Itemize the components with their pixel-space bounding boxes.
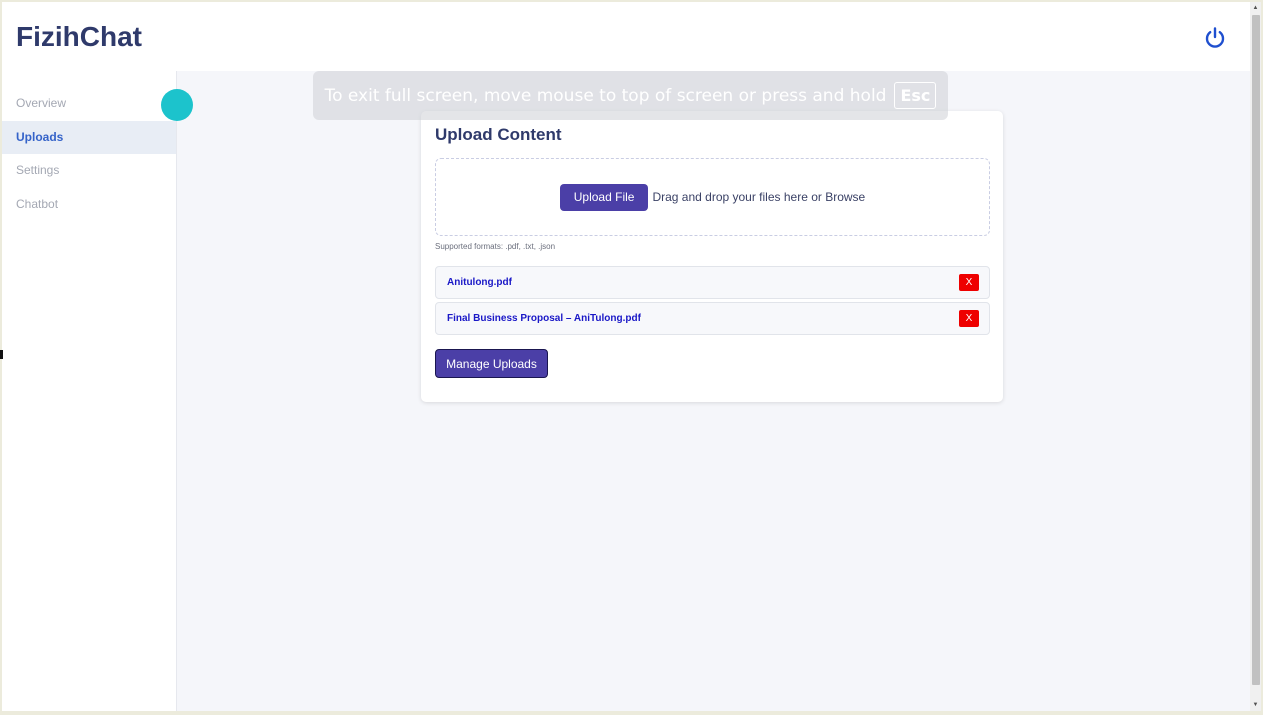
scroll-thumb[interactable] <box>1252 15 1260 685</box>
manage-uploads-button[interactable]: Manage Uploads <box>435 349 548 378</box>
sidebar: Overview Uploads Settings Chatbot <box>2 71 177 711</box>
brand-title: FizihChat <box>16 21 142 52</box>
drop-hint-text: Drag and drop your files here or Browse <box>652 190 866 204</box>
esc-key-badge: Esc <box>894 82 937 109</box>
card-title: Upload Content <box>435 125 562 144</box>
power-icon[interactable] <box>1203 26 1227 50</box>
fullscreen-notice-text: To exit full screen, move mouse to top o… <box>324 85 887 106</box>
sidebar-item-settings[interactable]: Settings <box>2 154 176 187</box>
file-name-link[interactable]: Final Business Proposal – AniTulong.pdf <box>447 313 641 324</box>
header: FizihChat <box>2 2 1250 71</box>
sidebar-item-uploads[interactable]: Uploads <box>2 121 176 154</box>
file-row: Final Business Proposal – AniTulong.pdf … <box>435 302 990 335</box>
scroll-up-arrow-icon[interactable]: ▲ <box>1250 2 1261 14</box>
cursor-highlight <box>161 89 193 121</box>
remove-file-button[interactable]: X <box>959 310 979 327</box>
supported-formats-note: Supported formats: .pdf, .txt, .json <box>435 242 556 251</box>
sidebar-item-overview[interactable]: Overview <box>2 87 176 120</box>
upload-file-button[interactable]: Upload File <box>559 183 649 211</box>
vertical-scrollbar[interactable]: ▲ ▼ <box>1250 2 1261 711</box>
sidebar-item-chatbot[interactable]: Chatbot <box>2 188 176 221</box>
scroll-down-arrow-icon[interactable]: ▼ <box>1250 699 1261 711</box>
fullscreen-notice: To exit full screen, move mouse to top o… <box>313 71 948 120</box>
dropzone[interactable]: Upload File Drag and drop your files her… <box>435 158 990 236</box>
edge-marker <box>0 350 3 359</box>
remove-file-button[interactable]: X <box>959 274 979 291</box>
upload-card: Upload Content Upload File Drag and drop… <box>421 111 1003 402</box>
file-row: Anitulong.pdf X <box>435 266 990 299</box>
file-name-link[interactable]: Anitulong.pdf <box>447 277 512 288</box>
